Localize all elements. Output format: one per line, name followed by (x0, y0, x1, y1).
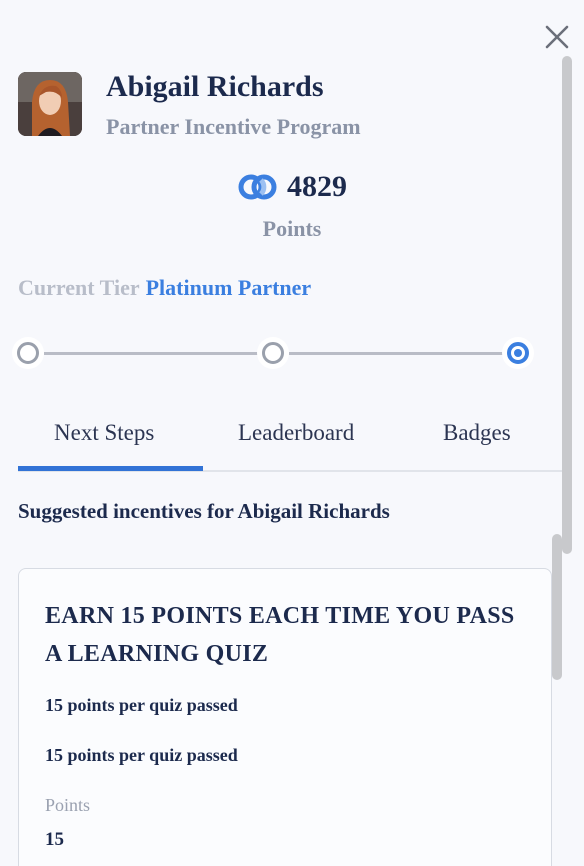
progress-segment (289, 352, 503, 355)
progress-step-2 (257, 337, 289, 369)
tier-label: Current Tier (18, 275, 140, 300)
current-tier: Current Tier Platinum Partner (18, 275, 311, 301)
tab-badges[interactable]: Badges (443, 420, 511, 446)
user-name: Abigail Richards (106, 70, 324, 103)
incentive-points-value: 15 (45, 829, 64, 850)
tab-bar: Next Steps Leaderboard Badges (18, 410, 562, 472)
content-scrollbar[interactable] (552, 534, 562, 680)
incentive-description: 15 points per quiz passed (45, 695, 238, 715)
points-summary: 4829 (0, 170, 584, 204)
incentive-card[interactable]: EARN 15 POINTS EACH TIME YOU PASS A LEAR… (18, 568, 552, 866)
program-name: Partner Incentive Program (106, 114, 361, 139)
suggested-incentives-title: Suggested incentives for Abigail Richard… (18, 499, 390, 523)
active-tab-indicator (18, 466, 203, 471)
tab-next-steps[interactable]: Next Steps (54, 420, 154, 446)
incentive-panel: Abigail Richards Partner Incentive Progr… (0, 0, 584, 866)
incentive-points-label: Points (45, 795, 91, 815)
incentive-title: EARN 15 POINTS EACH TIME YOU PASS A LEAR… (45, 603, 515, 667)
avatar (18, 72, 82, 136)
tab-leaderboard[interactable]: Leaderboard (238, 420, 354, 446)
points-coin-icon (238, 174, 277, 200)
progress-step-1 (12, 337, 44, 369)
tier-value: Platinum Partner (145, 275, 312, 300)
panel-scrollbar[interactable] (562, 56, 572, 554)
points-label: Points (262, 216, 322, 241)
close-icon (545, 25, 569, 49)
tier-progress (0, 334, 584, 374)
close-button[interactable] (544, 24, 570, 50)
incentive-detail: 15 points per quiz passed (45, 745, 238, 765)
progress-step-3 (502, 337, 534, 369)
progress-segment (44, 352, 258, 355)
points-value: 4829 (287, 170, 347, 203)
